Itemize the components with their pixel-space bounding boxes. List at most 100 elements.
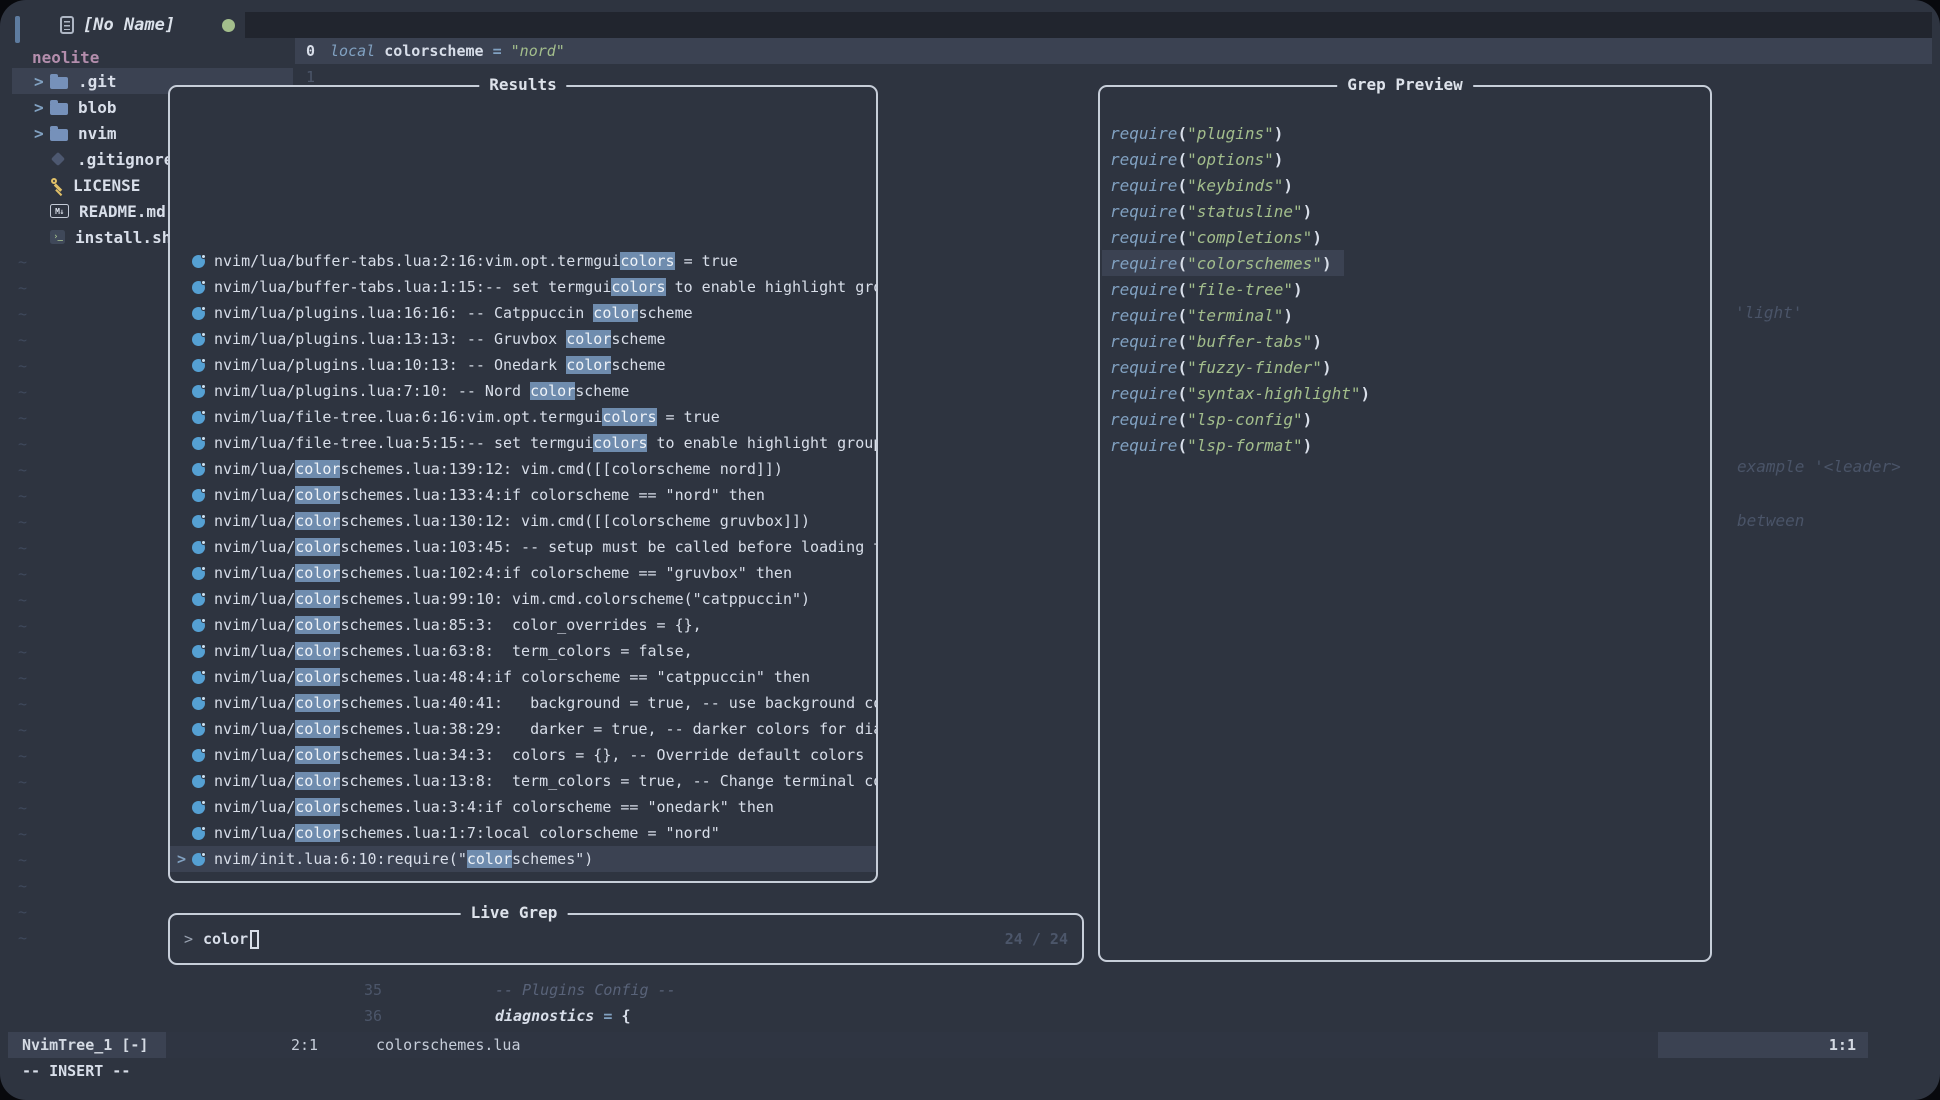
background-text-fragment: 'light' xyxy=(1735,303,1802,322)
result-row[interactable]: nvim/lua/file-tree.lua:6:16:vim.opt.term… xyxy=(170,404,876,430)
match-highlight: colors xyxy=(593,434,647,452)
paren-token: ( xyxy=(1177,358,1187,377)
match-highlight: color xyxy=(295,720,340,738)
string-token: "terminal" xyxy=(1187,306,1283,325)
paren-token: ( xyxy=(1177,280,1187,299)
match-highlight: color xyxy=(295,746,340,764)
file-name: nvim xyxy=(78,124,117,143)
preview-line[interactable]: require("fuzzy-finder") xyxy=(1102,354,1344,380)
result-text: nvim/lua/ xyxy=(214,720,295,738)
result-row[interactable]: nvim/lua/plugins.lua:7:10: -- Nord color… xyxy=(170,378,876,404)
preview-line[interactable]: require("file-tree") xyxy=(1102,276,1315,302)
match-highlight: color xyxy=(566,330,611,348)
result-row[interactable]: nvim/lua/colorschemes.lua:102:4:if color… xyxy=(170,560,876,586)
lua-icon xyxy=(192,489,205,502)
paren-token: ) xyxy=(1293,280,1303,299)
paren-token: ) xyxy=(1303,436,1313,455)
preview-line[interactable]: require("terminal") xyxy=(1102,302,1305,328)
result-text: nvim/init.lua:6:10:require(" xyxy=(214,850,467,868)
empty-line-tilde: ~ xyxy=(18,639,27,665)
preview-line[interactable]: require("completions") xyxy=(1102,224,1334,250)
lua-icon xyxy=(192,515,205,528)
chevron-right-icon: > xyxy=(34,72,50,91)
result-row[interactable]: nvim/lua/colorschemes.lua:85:3: color_ov… xyxy=(170,612,876,638)
result-row[interactable]: nvim/lua/colorschemes.lua:13:8: term_col… xyxy=(170,768,876,794)
result-row[interactable]: nvim/lua/colorschemes.lua:133:4:if color… xyxy=(170,482,876,508)
preview-line[interactable]: require("options") xyxy=(1102,146,1295,172)
result-row[interactable]: nvim/lua/colorschemes.lua:139:12: vim.cm… xyxy=(170,456,876,482)
lua-icon xyxy=(192,541,205,554)
folder-icon xyxy=(50,129,68,141)
preview-line[interactable]: require("plugins") xyxy=(1102,120,1295,146)
editor-cursor-line[interactable]: 0 local colorscheme = "nord" xyxy=(295,38,1932,64)
lua-icon xyxy=(192,411,205,424)
paren-token: ) xyxy=(1322,358,1332,377)
search-input[interactable]: color xyxy=(203,930,248,948)
string-token: "lsp-config" xyxy=(1187,410,1303,429)
result-text: to enable highlight grou xyxy=(666,278,876,296)
live-grep-box[interactable]: Live Grep > color 24 / 24 xyxy=(168,913,1084,965)
result-row[interactable]: nvim/lua/colorschemes.lua:38:29: darker … xyxy=(170,716,876,742)
paren-token: ) xyxy=(1312,332,1322,351)
preview-line[interactable]: require("lsp-config") xyxy=(1102,406,1324,432)
empty-line-tilde: ~ xyxy=(18,821,27,847)
paren-token: ( xyxy=(1177,410,1187,429)
empty-line-tilde: ~ xyxy=(18,899,27,925)
result-row[interactable]: nvim/lua/colorschemes.lua:103:45: -- set… xyxy=(170,534,876,560)
result-row[interactable]: nvim/lua/colorschemes.lua:99:10: vim.cmd… xyxy=(170,586,876,612)
result-text: nvim/lua/ xyxy=(214,668,295,686)
match-highlight: color xyxy=(295,824,340,842)
lua-icon xyxy=(192,437,205,450)
result-text: nvim/lua/plugins.lua:16:16: -- Catppucci… xyxy=(214,304,593,322)
result-row[interactable]: nvim/lua/plugins.lua:13:13: -- Gruvbox c… xyxy=(170,326,876,352)
brace-token: { xyxy=(621,1007,630,1025)
result-text: schemes.lua:130:12: vim.cmd([[colorschem… xyxy=(340,512,810,530)
paren-token: ( xyxy=(1177,384,1187,403)
result-text: schemes.lua:99:10: vim.cmd.colorscheme("… xyxy=(340,590,810,608)
preview-line[interactable]: require("keybinds") xyxy=(1102,172,1305,198)
text-cursor xyxy=(250,930,259,949)
result-text: nvim/lua/ xyxy=(214,746,295,764)
file-name: .git xyxy=(78,72,117,91)
result-row[interactable]: nvim/lua/buffer-tabs.lua:2:16:vim.opt.te… xyxy=(170,248,876,274)
result-row[interactable]: nvim/lua/colorschemes.lua:1:7:local colo… xyxy=(170,820,876,846)
result-row[interactable]: nvim/lua/buffer-tabs.lua:1:15:-- set ter… xyxy=(170,274,876,300)
paren-token: ( xyxy=(1177,176,1187,195)
result-row[interactable]: nvim/lua/colorschemes.lua:63:8: term_col… xyxy=(170,638,876,664)
preview-line[interactable]: require("lsp-format") xyxy=(1102,432,1324,458)
buffer-tab[interactable]: [No Name] xyxy=(60,12,175,38)
result-row[interactable]: nvim/lua/colorschemes.lua:3:4:if colorsc… xyxy=(170,794,876,820)
match-highlight: color xyxy=(467,850,512,868)
empty-line-tilde: ~ xyxy=(18,717,27,743)
result-row[interactable]: nvim/lua/colorschemes.lua:130:12: vim.cm… xyxy=(170,508,876,534)
preview-line[interactable]: require("statusline") xyxy=(1102,198,1324,224)
result-row[interactable]: nvim/lua/colorschemes.lua:40:41: backgro… xyxy=(170,690,876,716)
preview-line[interactable]: require("buffer-tabs") xyxy=(1102,328,1334,354)
result-text: nvim/lua/ xyxy=(214,798,295,816)
keyword-token: require xyxy=(1110,384,1177,403)
result-row[interactable]: nvim/lua/plugins.lua:10:13: -- Onedark c… xyxy=(170,352,876,378)
result-text: nvim/lua/ xyxy=(214,694,295,712)
file-tree-root[interactable]: neolite xyxy=(12,44,293,70)
paren-token: ( xyxy=(1177,150,1187,169)
result-text: schemes.lua:63:8: term_colors = false, xyxy=(340,642,692,660)
keyword-token: require xyxy=(1110,332,1177,351)
preview-line[interactable]: require("syntax-highlight") xyxy=(1102,380,1382,406)
statusline-position: 2:1 xyxy=(291,1032,318,1058)
result-row[interactable]: nvim/lua/colorschemes.lua:48:4:if colors… xyxy=(170,664,876,690)
lua-icon xyxy=(192,723,205,736)
preview-line[interactable]: require("colorschemes") xyxy=(1102,250,1344,276)
result-text: nvim/lua/ xyxy=(214,460,295,478)
result-row[interactable]: >nvim/init.lua:6:10:require("colorscheme… xyxy=(170,846,876,872)
result-row[interactable]: nvim/lua/colorschemes.lua:34:3: colors =… xyxy=(170,742,876,768)
keyword-token: require xyxy=(1110,280,1177,299)
keyword-token: require xyxy=(1110,176,1177,195)
document-icon xyxy=(60,16,74,34)
string-token: "buffer-tabs" xyxy=(1187,332,1312,351)
results-panel: Results nvim/lua/buffer-tabs.lua:2:16:vi… xyxy=(168,85,878,883)
empty-line-tilde: ~ xyxy=(18,925,27,951)
identifier-token: diagnostics xyxy=(495,1007,594,1025)
result-row[interactable]: nvim/lua/plugins.lua:16:16: -- Catppucci… xyxy=(170,300,876,326)
result-row[interactable]: nvim/lua/file-tree.lua:5:15:-- set termg… xyxy=(170,430,876,456)
match-highlight: color xyxy=(295,538,340,556)
